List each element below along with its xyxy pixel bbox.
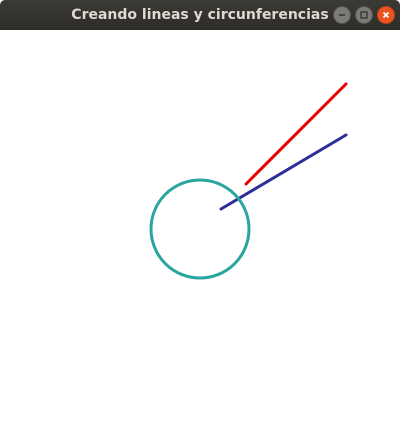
red-line <box>244 82 348 186</box>
drawing-surface <box>149 82 348 280</box>
maximize-icon <box>360 11 368 19</box>
window-controls <box>333 6 395 24</box>
minimize-button[interactable] <box>333 6 351 24</box>
drawing-canvas[interactable] <box>0 30 400 430</box>
minimize-icon <box>339 14 345 16</box>
close-icon <box>382 11 390 19</box>
close-button[interactable] <box>377 6 395 24</box>
title-bar[interactable]: Creando lineas y circunferencias <box>0 0 400 30</box>
circle <box>149 178 251 280</box>
maximize-button[interactable] <box>355 6 373 24</box>
app-window: Creando lineas y circunferencias <box>0 0 400 430</box>
